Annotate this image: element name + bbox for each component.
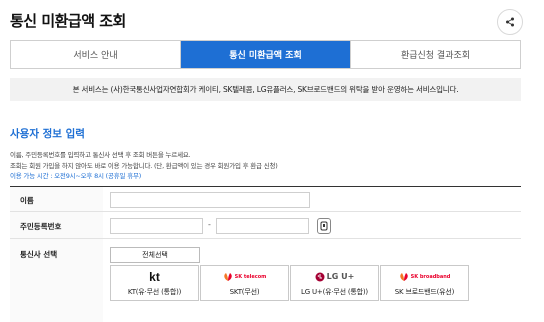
tab-refund-result[interactable]: 환급신청 결과조회	[351, 41, 520, 68]
instruction-text: 이름, 주민등록번호를 입력하고 통신사 선택 후 조회 버튼을 누르세요.	[10, 151, 191, 159]
tab-bar: 서비스 안내 통신 미환급액 조회 환급신청 결과조회	[10, 40, 521, 69]
tab-service-guide[interactable]: 서비스 안내	[11, 41, 181, 68]
carrier-skt-label: SKT(무선)	[229, 287, 260, 296]
skb-logo: SK broadband	[399, 270, 451, 284]
lgu-logo-text: LG U+	[326, 272, 355, 281]
skb-logo-text: SK broadband	[410, 273, 451, 280]
skt-butterfly-icon	[223, 272, 232, 281]
instruction-text: 조회는 회원 가입을 하지 않아도 바로 이용 가능합니다. (단, 환급액이 …	[10, 162, 278, 170]
skt-logo-text: SK telecom	[234, 273, 267, 280]
skb-butterfly-icon	[399, 272, 408, 281]
carrier-label: 통신사 선택	[20, 250, 58, 259]
kt-logo-text: kt	[149, 269, 160, 284]
skt-logo: SK telecom	[223, 270, 267, 284]
lg-face-icon	[315, 272, 325, 281]
rrn-label: 주민등록번호	[20, 222, 62, 231]
tab-refund-inquiry[interactable]: 통신 미환급액 조회	[181, 41, 351, 68]
carrier-lgu-button[interactable]: LG U+ LG U+(유·무선 (통합))	[290, 265, 379, 301]
security-keypad-icon	[320, 221, 328, 231]
rrn-separator: -	[208, 220, 211, 229]
share-icon	[506, 17, 514, 27]
lgu-logo: LG U+	[315, 270, 355, 284]
service-notice: 본 서비스는 (사)한국통신사업자연합회가 케이티, SK텔레콤, LG유플러스…	[10, 78, 521, 101]
rrn-back-input[interactable]	[216, 218, 309, 234]
carrier-lgu-label: LG U+(유·무선 (통합))	[301, 287, 368, 296]
carrier-kt-button[interactable]: kt KT(유·무선 (통합))	[110, 265, 199, 301]
select-all-button[interactable]: 전체선택	[110, 247, 200, 263]
section-title: 사용자 정보 입력	[10, 128, 85, 140]
carrier-skb-button[interactable]: SK broadband SK 브로드밴드(유선)	[380, 265, 469, 301]
carrier-kt-label: KT(유·무선 (통합))	[127, 287, 182, 296]
name-label: 이름	[20, 196, 34, 205]
share-button[interactable]	[497, 9, 523, 35]
carrier-skb-label: SK 브로드밴드(유선)	[394, 287, 455, 296]
page-title: 통신 미환급액 조회	[10, 12, 126, 30]
kt-logo: kt	[149, 270, 160, 284]
carrier-skt-button[interactable]: SK telecom SKT(무선)	[200, 265, 289, 301]
rrn-front-input[interactable]	[110, 218, 203, 234]
name-input[interactable]	[110, 192, 310, 208]
keypad-button[interactable]	[317, 218, 331, 234]
service-hours-text: 이용 가능 시간 : 오전9시~오후 8시 (공휴일 휴무)	[10, 172, 142, 180]
